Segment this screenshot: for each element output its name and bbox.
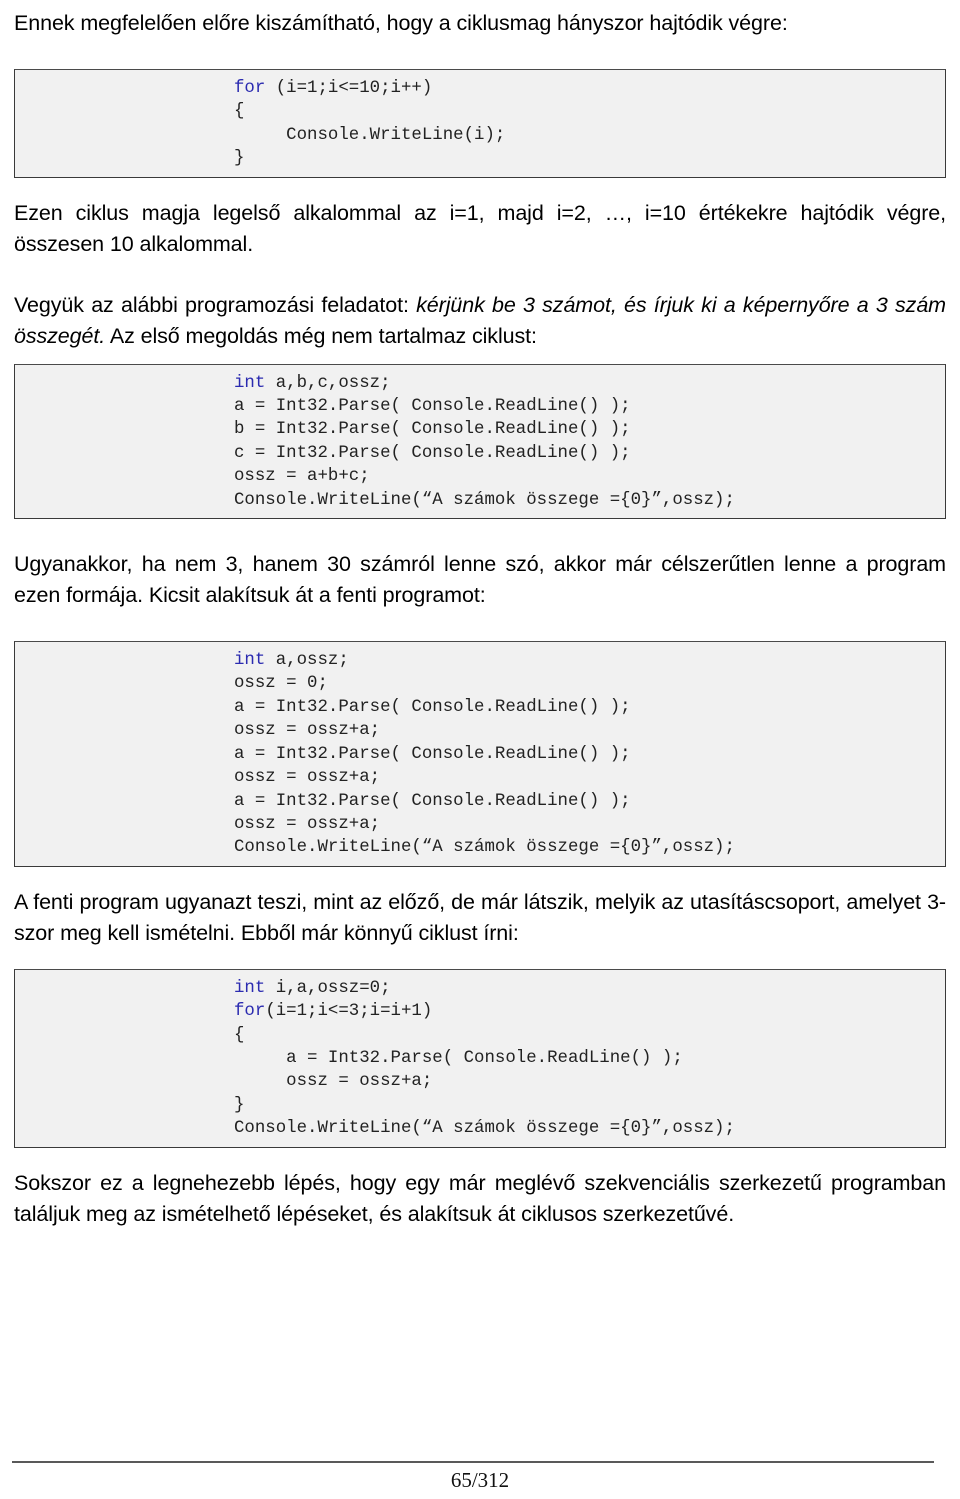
page-content: Ennek megfelelően előre kiszámítható, ho… xyxy=(0,0,960,1230)
footer-divider xyxy=(12,1461,934,1463)
paragraph-after-block2: Ugyanakkor, ha nem 3, hanem 30 számról l… xyxy=(14,552,946,608)
page-footer: 65/312 xyxy=(0,1435,960,1499)
code-keyword: int xyxy=(234,373,266,393)
paragraph-task: Vegyük az alábbi programozási feladatot:… xyxy=(14,290,946,352)
code-block-three-numbers-unrolled: int a,ossz; ossz = 0; a = Int32.Parse( C… xyxy=(14,641,946,867)
task-tail-text: Az első megoldás még nem tartalmaz ciklu… xyxy=(105,323,537,348)
code-keyword: int xyxy=(234,978,266,998)
code-content: int a,ossz; ossz = 0; a = Int32.Parse( C… xyxy=(234,651,735,858)
code-keyword: for xyxy=(234,79,266,98)
code-block-three-numbers-with-loop: int i,a,ossz=0; for(i=1;i<=3;i=i+1) { a … xyxy=(14,968,946,1148)
code-block-for-loop-10: for (i=1;i<=10;i++) { Console.WriteLine(… xyxy=(14,69,946,178)
code-content: for (i=1;i<=10;i++) { Console.WriteLine(… xyxy=(234,79,506,169)
document-page: Ennek megfelelően előre kiszámítható, ho… xyxy=(0,0,960,1499)
paragraph-after-block3: A fenti program ugyanazt teszi, mint az … xyxy=(14,889,946,945)
page-title: Ennek megfelelően előre kiszámítható, ho… xyxy=(14,11,788,35)
code-content: int a,b,c,ossz; a = Int32.Parse( Console… xyxy=(234,373,735,510)
code-keyword: int xyxy=(234,651,266,671)
code-keyword: for xyxy=(234,1002,266,1022)
task-lead-text: Vegyük az alábbi programozási feladatot: xyxy=(14,292,417,317)
code-block-three-numbers-no-loop: int a,b,c,ossz; a = Int32.Parse( Console… xyxy=(14,363,946,520)
page-number: 65/312 xyxy=(450,1468,510,1492)
code-content: int i,a,ossz=0; for(i=1;i<=3;i=i+1) { a … xyxy=(234,978,735,1139)
paragraph-after-block1: Ezen ciklus magja legelső alkalommal az … xyxy=(14,200,946,256)
paragraph-closing: Sokszor ez a legnehezebb lépés, hogy egy… xyxy=(14,1170,946,1226)
